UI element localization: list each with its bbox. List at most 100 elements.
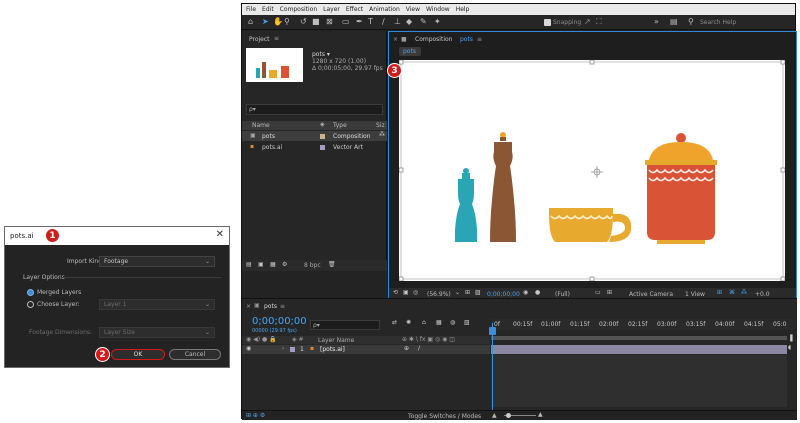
roi-icon[interactable]: ▭ (595, 289, 601, 296)
layer-name[interactable]: [pots.ai] (320, 346, 345, 353)
close-icon[interactable]: ✕ (216, 229, 224, 240)
home-icon[interactable]: ⌂ (248, 17, 253, 26)
region-icon[interactable]: ▣ (403, 289, 409, 296)
workspace-icon[interactable]: ▤ (670, 17, 678, 26)
new-composition-icon[interactable]: ▦ (270, 261, 276, 268)
menu-window[interactable]: Window (426, 6, 450, 13)
preview-icon[interactable]: ⟲ (393, 289, 398, 296)
snap-features-icon[interactable]: ⛶ (596, 17, 602, 27)
zoom-tool-icon[interactable]: ⚲ (284, 17, 290, 26)
selection-tool-icon[interactable]: ➤ (262, 17, 269, 26)
motion-blur-icon[interactable]: ◍ (450, 319, 455, 326)
menu-composition[interactable]: Composition (280, 6, 317, 13)
zoom-dropdown[interactable]: (56.9%) (427, 291, 451, 298)
menu-help[interactable]: Help (456, 6, 470, 13)
col-size[interactable]: Siz (376, 122, 385, 129)
project-row[interactable]: ▣ pots Composition ⁂ (242, 131, 387, 141)
label-color-swatch[interactable] (320, 145, 325, 150)
comp-tab-pots[interactable]: pots (399, 47, 421, 56)
new-folder-icon[interactable]: ▣ (258, 261, 264, 268)
quality-switch-icon[interactable]: ∕ (418, 345, 420, 352)
camera-dropdown[interactable]: Active Camera (629, 291, 673, 298)
project-search-input[interactable]: ρ▾ (246, 104, 383, 115)
rotate-tool-icon[interactable]: ↺ (300, 17, 307, 26)
snapping-checkbox[interactable] (544, 19, 551, 26)
clone-stamp-tool-icon[interactable]: ⊥ (394, 17, 401, 26)
comp-button-icon[interactable]: ◖ (788, 344, 791, 351)
menu-animation[interactable]: Animation (369, 6, 400, 13)
menu-view[interactable]: View (406, 6, 420, 13)
flowchart-icon[interactable]: ⁂ (379, 131, 385, 138)
col-name[interactable]: Name (252, 122, 270, 129)
layer-name-column[interactable]: Layer Name (318, 337, 354, 344)
merged-layers-radio[interactable] (27, 289, 34, 296)
zoom-in-icon[interactable]: ▲ (538, 411, 543, 418)
end-marker-icon[interactable]: ▐ (788, 335, 793, 342)
composition-panel-comp-name[interactable]: pots (460, 36, 473, 43)
fit-icon[interactable]: ⌄ (455, 289, 460, 296)
pan-behind-tool-icon[interactable]: ⊠ (326, 17, 333, 26)
adjust-project-settings-icon[interactable]: ⚙ (282, 261, 287, 268)
menu-file[interactable]: File (246, 6, 256, 13)
shy-switch-icon[interactable]: ⊕ (404, 345, 409, 352)
fast-previews-icon[interactable]: ⊞ (717, 289, 722, 296)
delete-icon[interactable]: 🗑 (328, 261, 336, 268)
draft-3d-icon[interactable]: ✺ (406, 319, 411, 326)
puppet-tool-icon[interactable]: ✦ (434, 17, 441, 26)
graph-editor-icon[interactable]: ▨ (464, 319, 470, 326)
toggle-transparency-icon[interactable]: ⊞ (607, 289, 612, 296)
hand-tool-icon[interactable]: ✋ (273, 17, 283, 26)
footage-dimensions-select[interactable]: Layer Size ⌄ (99, 327, 215, 338)
type-tool-icon[interactable]: T (368, 17, 373, 26)
playhead-line[interactable] (492, 323, 493, 411)
view-layout-dropdown[interactable]: 1 View (685, 291, 705, 298)
comp-mini-flowchart-icon[interactable]: ⇄ (392, 319, 397, 326)
expand-workspaces-icon[interactable]: » (654, 17, 659, 26)
label-color-swatch[interactable] (320, 134, 325, 139)
transparency-icon[interactable]: ▨ (475, 289, 481, 296)
frame-blending-icon[interactable]: ▦ (436, 319, 442, 326)
layer-row[interactable]: ◉ › 1 ▪ [pots.ai] ⊕ ∕ (242, 345, 490, 354)
comp-viewer[interactable] (398, 59, 786, 282)
cancel-button[interactable]: Cancel (169, 349, 221, 360)
project-panel-title[interactable]: Project (249, 36, 270, 43)
snapshot-icon[interactable]: ◉ (523, 289, 528, 296)
roto-brush-tool-icon[interactable]: ✎ (420, 17, 427, 26)
menu-effect[interactable]: Effect (346, 6, 363, 13)
pen-tool-icon[interactable]: ✒ (356, 17, 363, 26)
flowchart-icon[interactable]: ⁂ (741, 289, 747, 296)
expand-icon[interactable]: › (282, 345, 284, 352)
menu-layer[interactable]: Layer (323, 6, 340, 13)
playhead-handle[interactable] (489, 327, 496, 335)
camera-tool-icon[interactable]: ■ (312, 17, 320, 26)
work-area-bar[interactable] (491, 336, 787, 340)
panel-menu-icon[interactable]: ≡ (280, 303, 285, 310)
resolution-dropdown[interactable]: (Full) (555, 291, 570, 298)
shy-layers-icon[interactable]: ⌂ (422, 319, 426, 326)
zoom-slider-handle[interactable] (506, 413, 511, 418)
lock-icon[interactable]: ■ (401, 36, 407, 43)
mask-visibility-icon[interactable]: ◎ (413, 289, 418, 296)
brush-tool-icon[interactable]: ∕ (382, 17, 385, 26)
ok-button[interactable]: OK (111, 349, 165, 360)
eraser-tool-icon[interactable]: ◆ (406, 17, 412, 26)
panel-menu-icon[interactable]: ≡ (274, 35, 279, 42)
import-kind-select[interactable]: Footage ⌄ (99, 256, 215, 267)
project-row[interactable]: ▪ pots.ai Vector Art (242, 142, 387, 152)
interpret-footage-icon[interactable]: ▤ (246, 261, 252, 268)
comp-timecode[interactable]: 0;00;00;00 (487, 291, 520, 298)
layer-duration-bar[interactable] (491, 345, 787, 354)
label-color-swatch[interactable] (290, 347, 295, 352)
choose-layer-radio[interactable] (27, 301, 34, 308)
menu-edit[interactable]: Edit (262, 6, 274, 13)
zoom-out-icon[interactable]: ▲ (492, 412, 497, 419)
choose-layer-select[interactable]: Layer 1 ⌄ (99, 299, 215, 310)
search-help-input[interactable]: Search Help (700, 19, 736, 26)
timeline-icon[interactable]: ⌘ (729, 289, 735, 296)
layer-switches-icon[interactable]: ⊞ ⊕ ⚙ (246, 412, 265, 419)
rectangle-tool-icon[interactable]: ▭ (342, 17, 350, 26)
timeline-search-input[interactable]: ρ▾ (310, 320, 380, 330)
col-type[interactable]: Type (333, 122, 347, 129)
channel-icon[interactable]: ● (535, 289, 540, 296)
close-icon[interactable]: × (393, 36, 398, 43)
